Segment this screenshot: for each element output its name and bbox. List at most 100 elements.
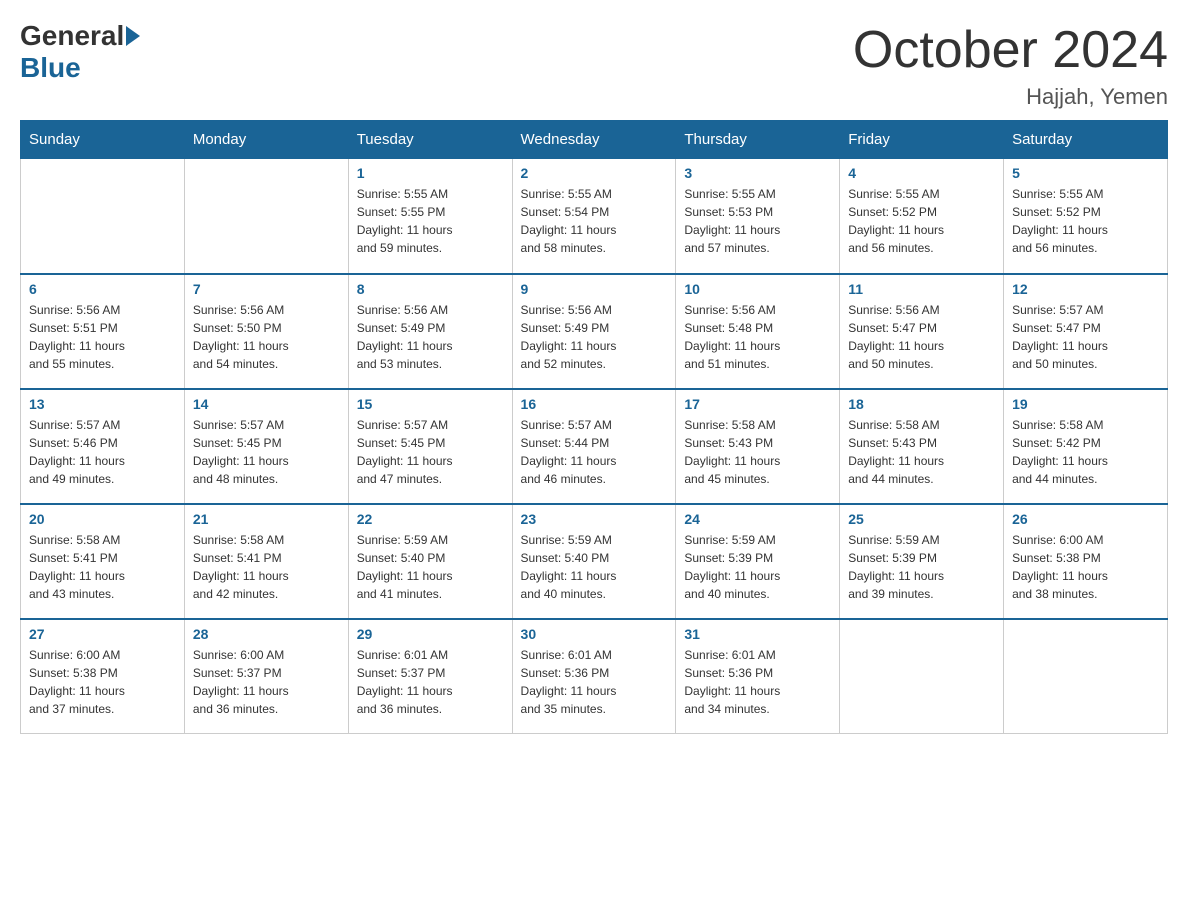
logo: General Blue bbox=[20, 20, 142, 84]
day-info: Sunrise: 6:00 AMSunset: 5:38 PMDaylight:… bbox=[29, 646, 176, 718]
weekday-header-thursday: Thursday bbox=[676, 121, 840, 159]
calendar-cell: 22 Sunrise: 5:59 AMSunset: 5:40 PMDayligh… bbox=[348, 504, 512, 619]
month-title: October 2024 bbox=[853, 20, 1168, 80]
calendar-cell bbox=[1004, 619, 1168, 734]
location-text: Hajjah, Yemen bbox=[853, 84, 1168, 110]
calendar-cell: 19Sunrise: 5:58 AMSunset: 5:42 PMDayligh… bbox=[1004, 389, 1168, 504]
day-number: 6 bbox=[29, 281, 176, 297]
calendar-cell: 9 Sunrise: 5:56 AMSunset: 5:49 PMDaylight… bbox=[512, 274, 676, 389]
day-info: Sunrise: 6:00 AMSunset: 5:37 PMDaylight:… bbox=[193, 646, 340, 718]
calendar-cell: 16 Sunrise: 5:57 AMSunset: 5:44 PMDayligh… bbox=[512, 389, 676, 504]
day-info: Sunrise: 5:57 AMSunset: 5:45 PMDaylight:… bbox=[357, 416, 504, 488]
day-number: 8 bbox=[357, 281, 504, 297]
weekday-header-tuesday: Tuesday bbox=[348, 121, 512, 159]
day-number: 18 bbox=[848, 396, 995, 412]
day-number: 21 bbox=[193, 511, 340, 527]
weekday-header-wednesday: Wednesday bbox=[512, 121, 676, 159]
calendar-cell bbox=[21, 159, 185, 274]
calendar-cell: 17 Sunrise: 5:58 AMSunset: 5:43 PMDayligh… bbox=[676, 389, 840, 504]
day-number: 22 bbox=[357, 511, 504, 527]
day-number: 2 bbox=[521, 165, 668, 181]
weekday-header-monday: Monday bbox=[184, 121, 348, 159]
week-row-5: 27 Sunrise: 6:00 AMSunset: 5:38 PMDayligh… bbox=[21, 619, 1168, 734]
calendar-cell: 28 Sunrise: 6:00 AMSunset: 5:37 PMDayligh… bbox=[184, 619, 348, 734]
calendar-cell: 8 Sunrise: 5:56 AMSunset: 5:49 PMDaylight… bbox=[348, 274, 512, 389]
calendar-cell: 13 Sunrise: 5:57 AMSunset: 5:46 PMDayligh… bbox=[21, 389, 185, 504]
day-number: 23 bbox=[521, 511, 668, 527]
day-number: 27 bbox=[29, 626, 176, 642]
day-info: Sunrise: 6:01 AMSunset: 5:36 PMDaylight:… bbox=[684, 646, 831, 718]
day-info: Sunrise: 5:57 AMSunset: 5:46 PMDaylight:… bbox=[29, 416, 176, 488]
day-number: 5 bbox=[1012, 165, 1159, 181]
day-number: 9 bbox=[521, 281, 668, 297]
day-number: 14 bbox=[193, 396, 340, 412]
title-block: October 2024 Hajjah, Yemen bbox=[853, 20, 1168, 110]
day-number: 20 bbox=[29, 511, 176, 527]
week-row-4: 20 Sunrise: 5:58 AMSunset: 5:41 PMDayligh… bbox=[21, 504, 1168, 619]
day-info: Sunrise: 5:57 AMSunset: 5:45 PMDaylight:… bbox=[193, 416, 340, 488]
logo-general-text: General bbox=[20, 20, 124, 52]
calendar-cell: 2 Sunrise: 5:55 AMSunset: 5:54 PMDaylight… bbox=[512, 159, 676, 274]
calendar-cell: 6Sunrise: 5:56 AMSunset: 5:51 PMDaylight… bbox=[21, 274, 185, 389]
day-info: Sunrise: 5:58 AMSunset: 5:42 PMDaylight:… bbox=[1012, 416, 1159, 488]
day-number: 24 bbox=[684, 511, 831, 527]
day-number: 3 bbox=[684, 165, 831, 181]
day-info: Sunrise: 5:57 AMSunset: 5:47 PMDaylight:… bbox=[1012, 301, 1159, 373]
calendar-cell: 4Sunrise: 5:55 AMSunset: 5:52 PMDaylight… bbox=[840, 159, 1004, 274]
day-number: 12 bbox=[1012, 281, 1159, 297]
calendar-cell: 27 Sunrise: 6:00 AMSunset: 5:38 PMDayligh… bbox=[21, 619, 185, 734]
day-number: 4 bbox=[848, 165, 995, 181]
day-number: 7 bbox=[193, 281, 340, 297]
weekday-header-saturday: Saturday bbox=[1004, 121, 1168, 159]
calendar-cell: 5Sunrise: 5:55 AMSunset: 5:52 PMDaylight… bbox=[1004, 159, 1168, 274]
day-info: Sunrise: 5:55 AMSunset: 5:54 PMDaylight:… bbox=[521, 185, 668, 257]
day-info: Sunrise: 5:58 AMSunset: 5:43 PMDaylight:… bbox=[684, 416, 831, 488]
day-info: Sunrise: 5:57 AMSunset: 5:44 PMDaylight:… bbox=[521, 416, 668, 488]
day-info: Sunrise: 6:01 AMSunset: 5:36 PMDaylight:… bbox=[521, 646, 668, 718]
day-info: Sunrise: 5:58 AMSunset: 5:41 PMDaylight:… bbox=[29, 531, 176, 603]
calendar-cell: 21 Sunrise: 5:58 AMSunset: 5:41 PMDayligh… bbox=[184, 504, 348, 619]
day-number: 28 bbox=[193, 626, 340, 642]
day-number: 26 bbox=[1012, 511, 1159, 527]
logo-blue-text: Blue bbox=[20, 52, 81, 84]
day-info: Sunrise: 5:56 AMSunset: 5:50 PMDaylight:… bbox=[193, 301, 340, 373]
calendar-cell: 1 Sunrise: 5:55 AMSunset: 5:55 PMDaylight… bbox=[348, 159, 512, 274]
day-number: 1 bbox=[357, 165, 504, 181]
day-info: Sunrise: 5:59 AMSunset: 5:39 PMDaylight:… bbox=[848, 531, 995, 603]
calendar-cell: 12 Sunrise: 5:57 AMSunset: 5:47 PMDayligh… bbox=[1004, 274, 1168, 389]
calendar-table: SundayMondayTuesdayWednesdayThursdayFrid… bbox=[20, 120, 1168, 734]
calendar-cell: 25 Sunrise: 5:59 AMSunset: 5:39 PMDayligh… bbox=[840, 504, 1004, 619]
day-number: 16 bbox=[521, 396, 668, 412]
day-info: Sunrise: 5:55 AMSunset: 5:55 PMDaylight:… bbox=[357, 185, 504, 257]
calendar-cell: 11Sunrise: 5:56 AMSunset: 5:47 PMDayligh… bbox=[840, 274, 1004, 389]
day-info: Sunrise: 6:00 AMSunset: 5:38 PMDaylight:… bbox=[1012, 531, 1159, 603]
calendar-cell: 18 Sunrise: 5:58 AMSunset: 5:43 PMDayligh… bbox=[840, 389, 1004, 504]
day-info: Sunrise: 6:01 AMSunset: 5:37 PMDaylight:… bbox=[357, 646, 504, 718]
day-info: Sunrise: 5:59 AMSunset: 5:39 PMDaylight:… bbox=[684, 531, 831, 603]
day-info: Sunrise: 5:56 AMSunset: 5:49 PMDaylight:… bbox=[357, 301, 504, 373]
day-number: 25 bbox=[848, 511, 995, 527]
calendar-cell: 3Sunrise: 5:55 AMSunset: 5:53 PMDaylight… bbox=[676, 159, 840, 274]
calendar-cell: 30 Sunrise: 6:01 AMSunset: 5:36 PMDayligh… bbox=[512, 619, 676, 734]
logo-arrow-icon bbox=[126, 26, 140, 46]
calendar-cell: 7 Sunrise: 5:56 AMSunset: 5:50 PMDaylight… bbox=[184, 274, 348, 389]
calendar-cell: 29 Sunrise: 6:01 AMSunset: 5:37 PMDayligh… bbox=[348, 619, 512, 734]
calendar-cell: 15Sunrise: 5:57 AMSunset: 5:45 PMDayligh… bbox=[348, 389, 512, 504]
day-info: Sunrise: 5:59 AMSunset: 5:40 PMDaylight:… bbox=[521, 531, 668, 603]
calendar-cell: 31Sunrise: 6:01 AMSunset: 5:36 PMDayligh… bbox=[676, 619, 840, 734]
weekday-header-row: SundayMondayTuesdayWednesdayThursdayFrid… bbox=[21, 121, 1168, 159]
day-info: Sunrise: 5:56 AMSunset: 5:48 PMDaylight:… bbox=[684, 301, 831, 373]
weekday-header-sunday: Sunday bbox=[21, 121, 185, 159]
calendar-cell bbox=[184, 159, 348, 274]
calendar-cell: 26 Sunrise: 6:00 AMSunset: 5:38 PMDayligh… bbox=[1004, 504, 1168, 619]
day-info: Sunrise: 5:58 AMSunset: 5:41 PMDaylight:… bbox=[193, 531, 340, 603]
day-number: 17 bbox=[684, 396, 831, 412]
day-number: 29 bbox=[357, 626, 504, 642]
calendar-cell: 14 Sunrise: 5:57 AMSunset: 5:45 PMDayligh… bbox=[184, 389, 348, 504]
day-info: Sunrise: 5:56 AMSunset: 5:49 PMDaylight:… bbox=[521, 301, 668, 373]
day-number: 13 bbox=[29, 396, 176, 412]
day-info: Sunrise: 5:58 AMSunset: 5:43 PMDaylight:… bbox=[848, 416, 995, 488]
calendar-cell: 10Sunrise: 5:56 AMSunset: 5:48 PMDayligh… bbox=[676, 274, 840, 389]
day-number: 30 bbox=[521, 626, 668, 642]
day-info: Sunrise: 5:59 AMSunset: 5:40 PMDaylight:… bbox=[357, 531, 504, 603]
